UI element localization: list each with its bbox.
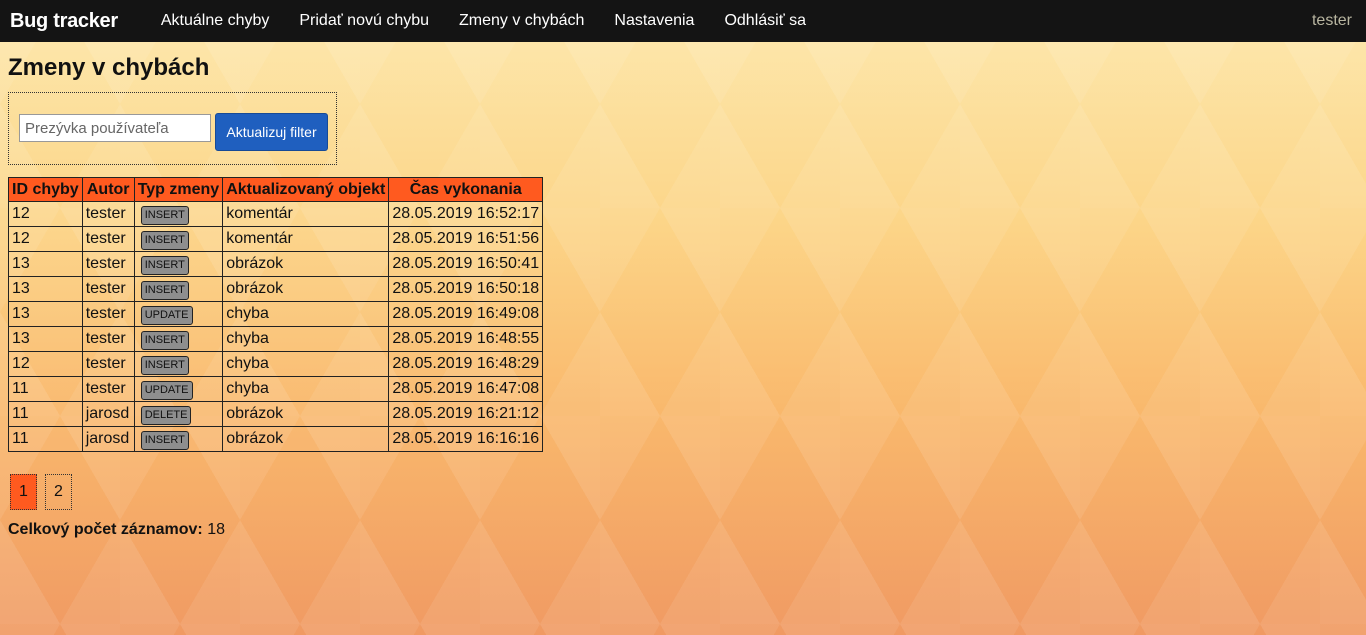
cell-updated-object: chyba: [222, 326, 390, 352]
header-author[interactable]: Autor: [81, 177, 135, 202]
cell-execution-time: 28.05.2019 16:52:17: [388, 201, 544, 227]
table-row: 12 tester INSERT komentár 28.05.2019 16:52:1…: [8, 201, 544, 227]
change-type-badge[interactable]: INSERT: [140, 206, 189, 225]
cell-bug-id: 12: [8, 201, 83, 227]
cell-execution-time: 28.05.2019 16:50:18: [388, 276, 544, 302]
table-row: 11 tester UPDATE chyba 28.05.2019 16:47:08: [8, 376, 544, 402]
cell-execution-time: 28.05.2019 16:47:08: [388, 376, 544, 402]
cell-bug-id: 12: [8, 226, 83, 252]
table-row: 13 tester INSERT obrázok 28.05.2019 16:50:41: [8, 251, 544, 277]
cell-execution-time: 28.05.2019 16:16:16: [388, 426, 544, 452]
cell-execution-time: 28.05.2019 16:49:08: [388, 301, 544, 327]
cell-updated-object: chyba: [222, 351, 390, 377]
cell-change-type: INSERT: [133, 326, 224, 352]
pagination: 1 2: [10, 474, 72, 510]
cell-change-type: UPDATE: [133, 301, 224, 327]
cell-author: tester: [81, 226, 135, 252]
changes-table: ID chyby Autor Typ zmeny Aktualizovaný o…: [8, 177, 544, 452]
cell-change-type: UPDATE: [133, 376, 224, 402]
header-change-type[interactable]: Typ zmeny: [133, 177, 224, 202]
total-records-value: 18: [207, 521, 225, 538]
cell-updated-object: obrázok: [222, 251, 390, 277]
cell-execution-time: 28.05.2019 16:48:55: [388, 326, 544, 352]
username-filter-input[interactable]: [19, 114, 211, 142]
update-filter-button[interactable]: Aktualizuj filter: [215, 113, 328, 151]
change-type-badge[interactable]: UPDATE: [140, 306, 193, 325]
cell-updated-object: obrázok: [222, 276, 390, 302]
cell-updated-object: obrázok: [222, 401, 390, 427]
cell-change-type: INSERT: [133, 426, 224, 452]
header-updated-object[interactable]: Aktualizovaný objekt: [222, 177, 390, 202]
nav-item-current-bugs[interactable]: Aktuálne chyby: [146, 12, 285, 30]
cell-change-type: INSERT: [133, 226, 224, 252]
change-type-badge[interactable]: INSERT: [140, 331, 189, 350]
nav-item-settings[interactable]: Nastavenia: [599, 12, 709, 30]
current-user: tester: [1311, 12, 1352, 29]
cell-author: tester: [81, 351, 135, 377]
cell-execution-time: 28.05.2019 16:48:29: [388, 351, 544, 377]
change-type-badge[interactable]: INSERT: [140, 431, 189, 450]
nav-item-add-bug[interactable]: Pridať novú chybu: [284, 12, 444, 30]
table-row: 11 jarosd INSERT obrázok 28.05.2019 16:16:16: [8, 426, 544, 452]
cell-bug-id: 11: [8, 401, 83, 427]
page-button-1[interactable]: 1: [10, 474, 37, 510]
cell-author: tester: [81, 251, 135, 277]
filter-box: Aktualizuj filter: [8, 92, 337, 165]
cell-bug-id: 13: [8, 301, 83, 327]
header-bug-id[interactable]: ID chyby: [8, 177, 83, 202]
page-title: Zmeny v chybách: [8, 54, 210, 81]
change-type-badge[interactable]: UPDATE: [140, 381, 193, 400]
table-row: 11 jarosd DELETE obrázok 28.05.2019 16:21:12: [8, 401, 544, 427]
nav-item-bug-changes[interactable]: Zmeny v chybách: [444, 12, 599, 30]
table-row: 13 tester INSERT obrázok 28.05.2019 16:50:18: [8, 276, 544, 302]
cell-author: tester: [81, 301, 135, 327]
cell-author: jarosd: [81, 426, 135, 452]
cell-change-type: DELETE: [133, 401, 224, 427]
table-row: 12 tester INSERT komentár 28.05.2019 16:51:5…: [8, 226, 544, 252]
cell-change-type: INSERT: [133, 276, 224, 302]
header-execution-time[interactable]: Čas vykonania: [388, 177, 544, 202]
cell-bug-id: 13: [8, 276, 83, 302]
change-type-badge[interactable]: DELETE: [140, 406, 192, 425]
page-button-2[interactable]: 2: [45, 474, 72, 510]
table-row: 13 tester UPDATE chyba 28.05.2019 16:49:08: [8, 301, 544, 327]
change-type-badge[interactable]: INSERT: [140, 256, 189, 275]
table-body: 12 tester INSERT komentár 28.05.2019 16:52:1…: [8, 201, 544, 452]
table-header-row: ID chyby Autor Typ zmeny Aktualizovaný o…: [8, 177, 544, 202]
nav-item-logout[interactable]: Odhlásiť sa: [709, 12, 821, 30]
cell-author: tester: [81, 276, 135, 302]
cell-change-type: INSERT: [133, 251, 224, 277]
cell-author: tester: [81, 326, 135, 352]
cell-execution-time: 28.05.2019 16:51:56: [388, 226, 544, 252]
table-row: 13 tester INSERT chyba 28.05.2019 16:48:55: [8, 326, 544, 352]
cell-bug-id: 12: [8, 351, 83, 377]
cell-bug-id: 11: [8, 426, 83, 452]
change-type-badge[interactable]: INSERT: [140, 281, 189, 300]
cell-author: tester: [81, 376, 135, 402]
navbar: Bug tracker Aktuálne chyby Pridať novú c…: [0, 0, 1366, 42]
table-row: 12 tester INSERT chyba 28.05.2019 16:48:29: [8, 351, 544, 377]
cell-updated-object: komentár: [222, 201, 390, 227]
cell-execution-time: 28.05.2019 16:21:12: [388, 401, 544, 427]
cell-bug-id: 13: [8, 326, 83, 352]
cell-updated-object: chyba: [222, 301, 390, 327]
cell-updated-object: chyba: [222, 376, 390, 402]
cell-bug-id: 13: [8, 251, 83, 277]
cell-change-type: INSERT: [133, 201, 224, 227]
cell-updated-object: komentár: [222, 226, 390, 252]
change-type-badge[interactable]: INSERT: [140, 231, 189, 250]
cell-author: tester: [81, 201, 135, 227]
total-records-label: Celkový počet záznamov:: [8, 521, 203, 538]
cell-execution-time: 28.05.2019 16:50:41: [388, 251, 544, 277]
total-records: Celkový počet záznamov: 18: [8, 521, 225, 539]
change-type-badge[interactable]: INSERT: [140, 356, 189, 375]
cell-updated-object: obrázok: [222, 426, 390, 452]
cell-change-type: INSERT: [133, 351, 224, 377]
cell-author: jarosd: [81, 401, 135, 427]
cell-bug-id: 11: [8, 376, 83, 402]
brand-logo[interactable]: Bug tracker: [10, 10, 118, 33]
